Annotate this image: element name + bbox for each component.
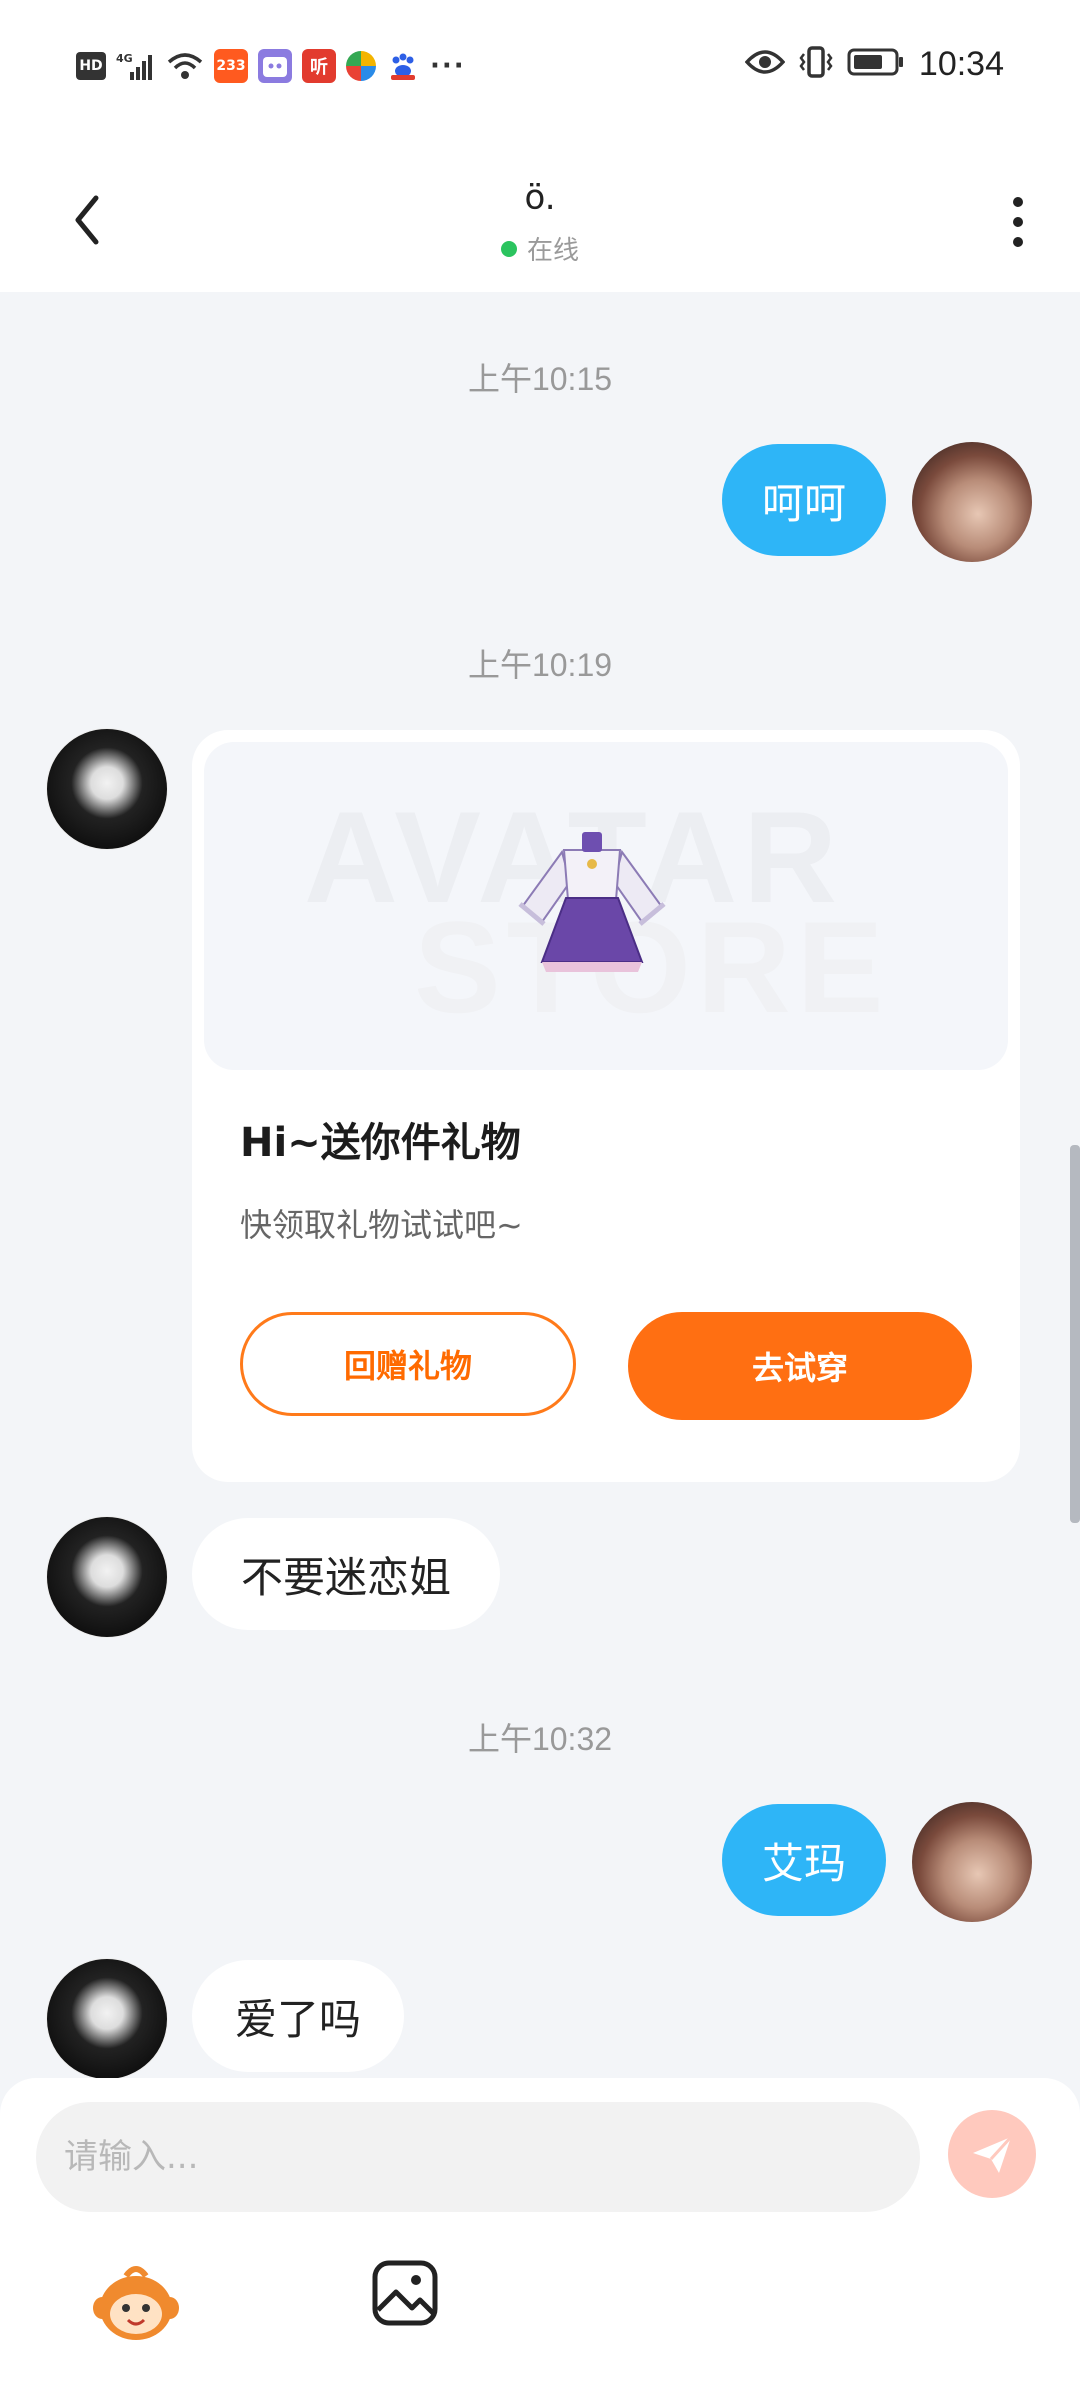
message-input[interactable]: [36, 2102, 920, 2212]
emoji-button[interactable]: [92, 2258, 180, 2346]
dress-icon: [518, 832, 666, 972]
message-bubble-sent[interactable]: 呵呵: [722, 444, 886, 556]
message-bubble-received[interactable]: 爱了吗: [192, 1960, 404, 2072]
baidu-paw-icon: [386, 49, 420, 83]
app-pinwheel-icon: [346, 51, 376, 81]
status-bar: HD 4G 233 听 ··· 10:34: [0, 0, 1080, 130]
hd-icon: HD: [76, 52, 106, 80]
send-button[interactable]: [948, 2110, 1036, 2198]
contact-name: ö.: [524, 178, 556, 218]
online-status-text: 在线: [526, 236, 579, 266]
contact-avatar[interactable]: [46, 1958, 168, 2080]
message-timestamp: 上午10:19: [467, 647, 613, 683]
eye-icon: [744, 48, 786, 80]
chat-header: ö. 在线: [0, 130, 1080, 292]
more-vertical-icon: [1013, 197, 1023, 247]
my-avatar[interactable]: [912, 442, 1032, 562]
clock: 10:34: [918, 44, 1004, 83]
more-notifications-icon: ···: [430, 51, 466, 81]
app-cat-icon: [258, 49, 292, 83]
more-options-button[interactable]: [998, 192, 1038, 252]
message-timestamp: 上午10:32: [467, 1721, 613, 1757]
message-bubble-received[interactable]: 不要迷恋姐: [192, 1518, 500, 1630]
contact-avatar[interactable]: [46, 1516, 168, 1638]
vibrate-icon: [799, 45, 833, 83]
signal-icon: 4G: [116, 50, 156, 82]
image-icon: [372, 2260, 438, 2326]
wifi-icon: [166, 50, 204, 82]
composer: [0, 2078, 1080, 2388]
gift-card[interactable]: AVATAR STORE Hi~送你件礼物 快领取礼物试试吧~ 回赠礼物 去试穿: [192, 730, 1020, 1482]
return-gift-button[interactable]: 回赠礼物: [240, 1312, 576, 1416]
status-left: HD 4G 233 听 ···: [76, 46, 466, 86]
contact-avatar[interactable]: [46, 728, 168, 850]
message-bubble-sent[interactable]: 艾玛: [722, 1804, 886, 1916]
gift-title: Hi~送你件礼物: [240, 1120, 521, 1166]
gift-image: AVATAR STORE: [204, 742, 1008, 1070]
battery-icon: [847, 47, 905, 81]
app-listen-icon: 听: [302, 49, 336, 83]
send-icon: [973, 2135, 1013, 2173]
online-status: 在线: [0, 230, 1080, 267]
gift-subtitle: 快领取礼物试试吧~: [240, 1206, 523, 1244]
app-233-icon: 233: [214, 49, 248, 83]
scrollbar[interactable]: [1070, 1145, 1080, 1523]
message-timestamp: 上午10:15: [467, 361, 613, 397]
image-button[interactable]: [370, 2258, 440, 2328]
online-dot: [500, 240, 517, 257]
svg-text:4G: 4G: [116, 52, 133, 65]
my-avatar[interactable]: [912, 1802, 1032, 1922]
status-right: 10:34: [744, 42, 1004, 86]
try-on-button[interactable]: 去试穿: [628, 1312, 972, 1420]
emoji-mascot-icon: [93, 2266, 179, 2340]
